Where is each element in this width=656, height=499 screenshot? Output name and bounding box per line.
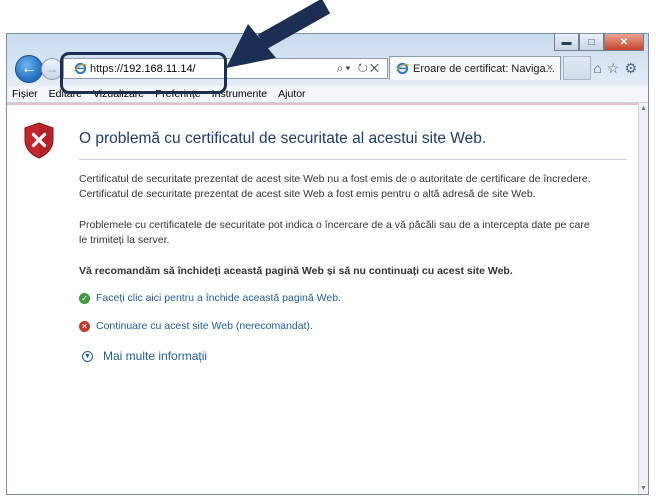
checkmark-shield-icon: ✓ bbox=[79, 292, 90, 304]
more-info-label: Mai multe informații bbox=[103, 349, 208, 363]
toolbar-icons: ⌂☆⚙ bbox=[593, 60, 642, 77]
back-button[interactable]: ← bbox=[15, 55, 43, 83]
back-arrow-icon: ← bbox=[21, 60, 37, 77]
tab-close-icon[interactable]: × bbox=[547, 62, 553, 74]
callout-arrow-icon bbox=[226, 0, 331, 68]
continue-site-link[interactable]: ✕ Continuare cu acest site Web (nerecoma… bbox=[79, 320, 313, 332]
gear-icon[interactable]: ⚙ bbox=[624, 60, 642, 76]
page-title: O problemă cu certificatul de securitate… bbox=[79, 130, 487, 147]
explanation-line-1: Certificatul de securitate prezentat de … bbox=[79, 173, 591, 185]
x-shield-icon: ✕ bbox=[79, 320, 90, 332]
home-icon[interactable]: ⌂ bbox=[593, 60, 606, 76]
risk-explanation: Problemele cu certificatele de securitat… bbox=[79, 218, 639, 248]
recommendation-text: Vă recomandăm să închideți această pagin… bbox=[79, 265, 513, 277]
continue-site-label: Continuare cu acest site Web (nerecomand… bbox=[96, 320, 313, 332]
tab-title: Eroare de certificat: Naviga... bbox=[413, 63, 555, 75]
minimize-button[interactable]: ▬ bbox=[554, 34, 579, 51]
refresh-icon[interactable]: ↻ bbox=[358, 61, 370, 75]
close-window-button[interactable]: ✕ bbox=[604, 34, 644, 51]
certificate-explanation: Certificatul de securitate prezentat de … bbox=[79, 172, 639, 202]
divider bbox=[79, 159, 627, 160]
menu-file[interactable]: Fișier bbox=[7, 86, 44, 102]
page-content: O problemă cu certificatul de securitate… bbox=[7, 103, 638, 494]
forward-arrow-icon: → bbox=[46, 62, 58, 76]
new-tab-button[interactable] bbox=[563, 56, 591, 80]
scroll-up-icon[interactable]: ▲ bbox=[640, 105, 647, 112]
scroll-down-icon[interactable]: ▼ bbox=[640, 485, 647, 492]
maximize-button[interactable]: □ bbox=[579, 34, 604, 51]
vertical-scrollbar[interactable]: ▲ ▼ bbox=[638, 103, 648, 494]
expand-chevron-icon: ▼ bbox=[82, 350, 93, 362]
browser-window: ▬ □ ✕ ← → https://192.168.11.14/ ⌕▾ ↻✕ E… bbox=[6, 33, 649, 495]
search-icon[interactable]: ⌕ bbox=[337, 61, 346, 75]
more-info-toggle[interactable]: ▼ Mai multe informații bbox=[82, 349, 207, 363]
window-controls: ▬ □ ✕ bbox=[554, 34, 644, 52]
stop-icon[interactable]: ✕ bbox=[370, 61, 381, 75]
address-highlight-callout bbox=[60, 52, 227, 94]
tab-certificate-error[interactable]: Eroare de certificat: Naviga... × bbox=[389, 56, 561, 80]
ie-logo-icon bbox=[396, 62, 409, 75]
risk-line-2: le trimiteți la server. bbox=[79, 234, 170, 246]
menu-help[interactable]: Ajutor bbox=[273, 86, 311, 102]
close-page-label: Faceți clic aici pentru a închide aceast… bbox=[96, 292, 341, 304]
address-tools: ⌕▾ ↻✕ bbox=[336, 61, 381, 75]
close-page-link[interactable]: ✓ Faceți clic aici pentru a închide acea… bbox=[79, 292, 341, 304]
shield-error-icon bbox=[24, 122, 54, 159]
favorites-star-icon[interactable]: ☆ bbox=[607, 60, 625, 76]
explanation-line-2: Certificatul de securitate prezentat de … bbox=[79, 188, 536, 200]
risk-line-1: Problemele cu certificatele de securitat… bbox=[79, 219, 590, 231]
